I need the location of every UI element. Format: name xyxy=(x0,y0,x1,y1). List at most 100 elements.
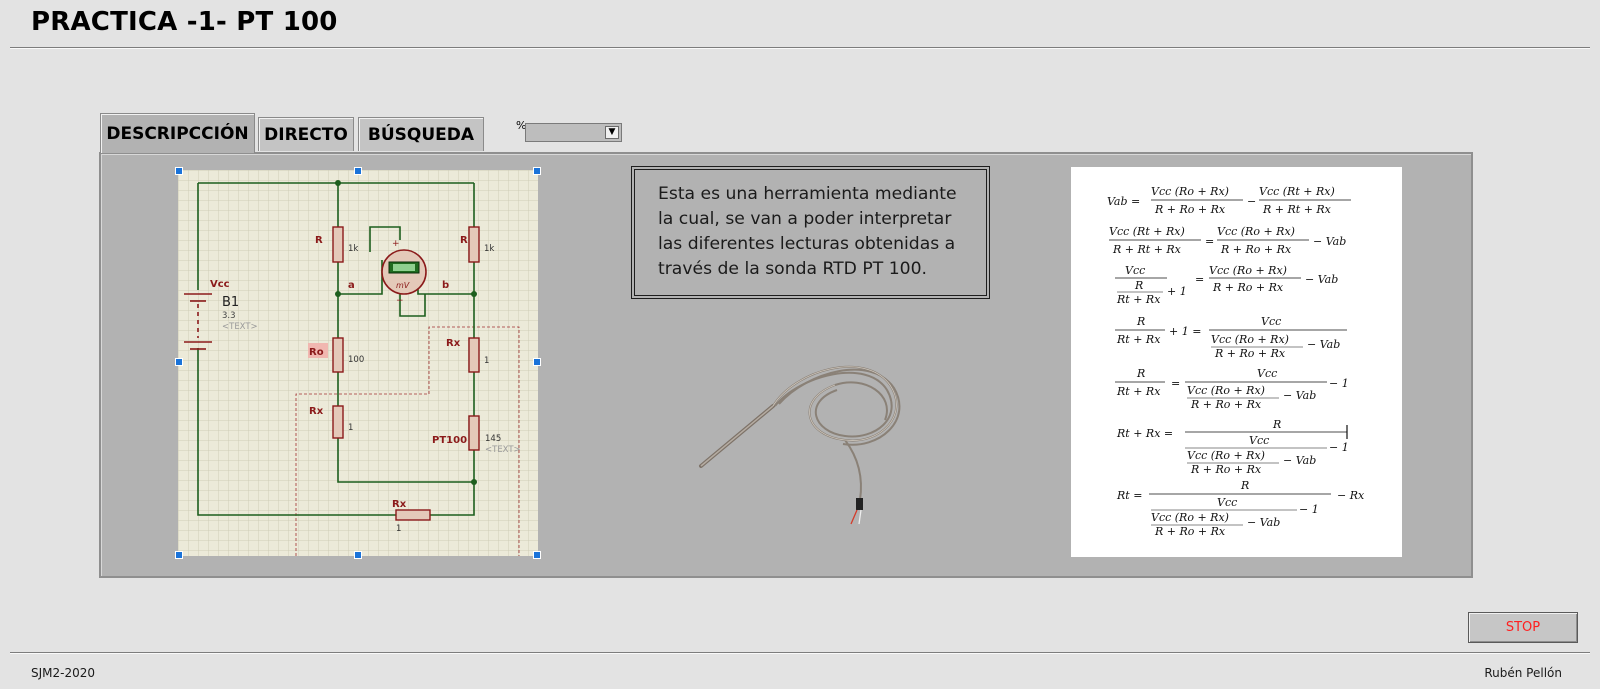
eq6-tail: − Vab xyxy=(1283,454,1316,467)
eq7-mid: Vcc xyxy=(1217,496,1237,509)
eq7-inner-d: R + Ro + Rx xyxy=(1154,525,1226,538)
tab-label: BÚSQUEDA xyxy=(367,124,475,145)
rx-bottom-value: 1 xyxy=(396,524,401,534)
r-right-label: R xyxy=(460,235,468,246)
eq5-inner-n: Vcc (Ro + Rx) xyxy=(1187,384,1265,397)
battery-text: <TEXT> xyxy=(222,322,258,332)
eq3-plus: + 1 xyxy=(1167,285,1187,298)
svg-text:−: − xyxy=(396,296,404,306)
selection-handle[interactable] xyxy=(175,167,183,175)
tab-descripccion[interactable]: DESCRIPCCIÓN xyxy=(100,113,255,153)
eq1-n1: Vcc (Ro + Rx) xyxy=(1151,185,1229,198)
eq4-n1: R xyxy=(1136,315,1145,328)
eq2-d1: R + Rt + Rx xyxy=(1112,243,1182,256)
stop-button[interactable]: STOP xyxy=(1468,612,1578,643)
eq2-op: = xyxy=(1205,235,1214,248)
tab-directo[interactable]: DIRECTO xyxy=(258,117,354,151)
eq5-tail: − Vab xyxy=(1283,389,1316,402)
eq4-num: Vcc xyxy=(1261,315,1281,328)
eq6-minus: − 1 xyxy=(1329,441,1349,454)
eq2-d2: R + Ro + Rx xyxy=(1220,243,1292,256)
eq7-minus: − 1 xyxy=(1299,503,1319,516)
footer-author-label: Rubén Pellón xyxy=(1484,666,1562,680)
eq7-num: R xyxy=(1240,479,1249,492)
eq3-tail: − Vab xyxy=(1305,273,1338,286)
formula-derivation: Vab = Vcc (Ro + Rx) R + Ro + Rx − Vcc (R… xyxy=(1071,167,1402,557)
pt100-text: <TEXT> xyxy=(485,445,521,455)
selection-handle[interactable] xyxy=(533,551,541,559)
eq6-lhs: Rt + Rx = xyxy=(1116,427,1173,440)
eq5-op: = xyxy=(1171,377,1180,390)
tab-label: DESCRIPCCIÓN xyxy=(106,123,249,144)
eq1-op: − xyxy=(1247,195,1256,208)
vcc-label: Vcc xyxy=(210,279,230,290)
selection-handle[interactable] xyxy=(175,551,183,559)
eq3-inner-n: R xyxy=(1134,279,1143,292)
eq1-d2: R + Rt + Rx xyxy=(1262,203,1332,216)
rtd-probe-image xyxy=(695,340,935,530)
eq6-inner-d: R + Ro + Rx xyxy=(1190,463,1262,476)
selection-handle[interactable] xyxy=(533,358,541,366)
eq1-d1: R + Ro + Rx xyxy=(1154,203,1226,216)
selection-handle[interactable] xyxy=(354,167,362,175)
eq6-mid: Vcc xyxy=(1249,434,1269,447)
dropdown-arrow-icon[interactable]: ▼ xyxy=(605,126,619,139)
node-b-label: b xyxy=(442,280,449,291)
eq4-inner-n: Vcc (Ro + Rx) xyxy=(1211,333,1289,346)
eq7-inner-n: Vcc (Ro + Rx) xyxy=(1151,511,1229,524)
eq3-n2: Vcc (Ro + Rx) xyxy=(1209,264,1287,277)
rx-bottom-label: Rx xyxy=(392,499,407,510)
r-left-value: 1k xyxy=(348,244,358,254)
eq6-num: R xyxy=(1272,418,1281,431)
rx-left-value: 1 xyxy=(348,423,353,433)
selector-field[interactable]: ▼ xyxy=(525,123,622,142)
eq7-end: − Rx xyxy=(1337,489,1365,502)
rx-right-label: Rx xyxy=(446,338,461,349)
eq5-d1: Rt + Rx xyxy=(1116,385,1161,398)
meter-unit: mV xyxy=(396,281,410,290)
battery-value: 3.3 xyxy=(222,311,236,321)
battery-name: B1 xyxy=(222,295,239,310)
footer-left-label: SJM2-2020 xyxy=(31,666,96,680)
ro-label: Ro xyxy=(309,347,324,358)
eq4-d1: Rt + Rx xyxy=(1116,333,1161,346)
selection-handle[interactable] xyxy=(533,167,541,175)
percent-selector[interactable]: % ▼ xyxy=(516,120,622,142)
footer-divider xyxy=(10,652,1590,654)
svg-text:+: + xyxy=(392,239,400,249)
eq2-n1: Vcc (Rt + Rx) xyxy=(1109,225,1185,238)
selection-handle[interactable] xyxy=(354,551,362,559)
selection-handle[interactable] xyxy=(175,358,183,366)
eq5-inner-d: R + Ro + Rx xyxy=(1190,398,1262,411)
r-right-value: 1k xyxy=(484,244,494,254)
page-title: PRACTICA -1- PT 100 xyxy=(31,7,338,37)
description-box: Esta es una herramienta mediante la cual… xyxy=(634,169,987,296)
node-a-label: a xyxy=(348,280,355,291)
r-left-label: R xyxy=(315,235,323,246)
eq3-inner-d: Rt + Rx xyxy=(1116,293,1161,306)
eq4-plus: + 1 = xyxy=(1169,325,1201,338)
eq1-n2: Vcc (Rt + Rx) xyxy=(1259,185,1335,198)
circuit-schematic[interactable]: mV + − Vcc B1 3.3 <TEXT> R 1k R 1k a b R… xyxy=(178,170,538,556)
eq7-tail: − Vab xyxy=(1247,516,1280,529)
pt100-value: 145 xyxy=(485,434,501,444)
eq4-tail: − Vab xyxy=(1307,338,1340,351)
eq2-tail: − Vab xyxy=(1313,235,1346,248)
rx-left-label: Rx xyxy=(309,406,324,417)
eq3-op: = xyxy=(1195,273,1204,286)
tab-busqueda[interactable]: BÚSQUEDA xyxy=(358,117,484,151)
rx-right-value: 1 xyxy=(484,356,489,366)
eq5-n1: R xyxy=(1136,367,1145,380)
eq3-n1: Vcc xyxy=(1125,264,1145,277)
eq2-n2: Vcc (Ro + Rx) xyxy=(1217,225,1295,238)
circuit-svg: mV + − Vcc B1 3.3 <TEXT> R 1k R 1k a b R… xyxy=(178,170,538,556)
eq4-inner-d: R + Ro + Rx xyxy=(1214,347,1286,360)
eq5-num: Vcc xyxy=(1257,367,1277,380)
eq1-lhs: Vab = xyxy=(1107,195,1140,208)
header-divider xyxy=(10,47,1590,49)
ro-value: 100 xyxy=(348,355,364,365)
eq5-minus: − 1 xyxy=(1329,377,1349,390)
eq7-lhs: Rt = xyxy=(1116,489,1142,502)
pt100-label: PT100 xyxy=(432,435,467,446)
eq6-inner-n: Vcc (Ro + Rx) xyxy=(1187,449,1265,462)
